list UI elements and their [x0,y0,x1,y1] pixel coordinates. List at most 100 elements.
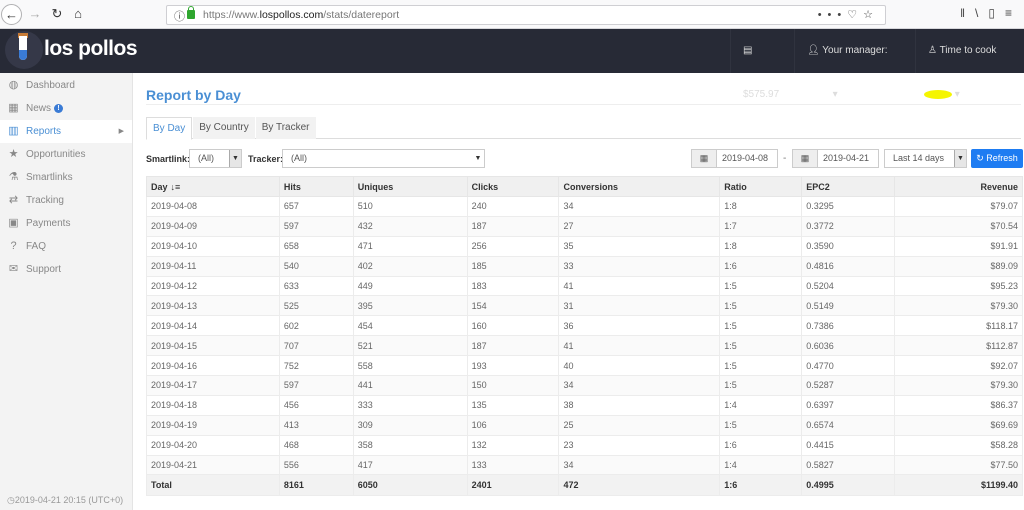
logo[interactable]: los pollos [44,37,138,61]
cell-uniques: 521 [352,335,468,357]
table-row: 2019-04-20 468 358 132 23 1:6 0.4415 $58.28 [146,434,1023,456]
calendar-icon[interactable]: ▦ [692,150,717,167]
caret-down-icon: ▼ [474,155,482,162]
caret-down-icon: ▼ [229,150,241,167]
cell-hits: 556 [278,454,354,476]
sidebar: ◍ Dashboard ▦ News! ▥ Reports ▶ ★ Opportuniti… [0,73,133,510]
pocket-icon[interactable]: ♡ [847,9,863,21]
date-from-input[interactable]: ▦ 2019-04-08 [691,149,778,168]
column-header-epc2[interactable]: EPC2 [801,176,896,197]
cell-uniques: 309 [352,414,468,436]
cell-epc2: 0.5287 [801,375,896,396]
cell-day: 2019-04-19 [146,414,280,436]
cell-day: 2019-04-13 [146,295,280,317]
date-to-input[interactable]: ▦ 2019-04-21 [792,149,879,168]
home-button[interactable]: ⌂ [68,4,88,24]
cell-hits: 525 [278,295,354,317]
info-icon[interactable]: ⓘ [174,8,185,24]
sidebar-item-faq[interactable]: ? FAQ [0,235,132,258]
tab-by-country[interactable]: By Country [193,117,255,139]
back-button[interactable]: ← [1,4,22,25]
column-header-uniques[interactable]: Uniques [352,176,468,197]
sidebar-toggle-icon[interactable]: ▯ [988,6,1005,20]
cell-ratio: 1:5 [719,275,803,297]
cell-conversions: 33 [558,255,721,277]
tracker-select[interactable]: (All) ▼ [282,149,485,168]
column-header-ratio[interactable]: Ratio [719,176,803,197]
cell-day: Total [146,474,280,497]
cell-ratio: 1:5 [719,355,803,377]
sidebar-item-opportunities[interactable]: ★ Opportunities [0,143,132,166]
sidebar-item-news[interactable]: ▦ News! [0,97,132,120]
cell-uniques: 558 [352,355,468,377]
sidebar-item-reports[interactable]: ▥ Reports ▶ [0,120,132,143]
cell-epc2: 0.3590 [801,235,896,257]
flask-icon: ⚗ [8,171,19,183]
column-header-hits[interactable]: Hits [278,176,354,197]
sidebar-item-support[interactable]: ✉ Support [0,258,132,281]
calendar-icon[interactable]: ▦ [793,150,818,167]
cell-uniques: 449 [352,275,468,297]
account-dropdown[interactable]: ♙ Time to cook ▾ [915,29,1024,100]
sidebar-item-smartlinks[interactable]: ⚗ Smartlinks [0,166,132,189]
tab-by-day[interactable]: By Day [146,117,193,140]
page-title: Report by Day [146,87,241,103]
cell-day: 2019-04-18 [146,394,280,416]
cell-ratio: 1:6 [719,474,803,497]
table-row: 2019-04-15 707 521 187 41 1:5 0.6036 $112.87 [146,335,1023,357]
user-icon: 👤︎ [807,45,823,56]
cell-clicks: 187 [466,215,560,237]
bookmark-star-icon[interactable]: ☆ [863,9,879,21]
cell-uniques: 358 [352,434,468,456]
smartlink-select[interactable]: (All) ▼ [189,149,242,168]
cell-epc2: 0.3772 [801,215,896,237]
cell-epc2: 0.4770 [801,355,896,377]
url-text[interactable]: https://www.lospollos.com/stats/daterepo… [203,9,399,21]
library-icon[interactable]: ‖\ [960,6,988,20]
cell-conversions: 40 [558,355,721,377]
page-actions-icon[interactable]: ••• [818,9,848,21]
table-row: 2019-04-10 658 471 256 35 1:8 0.3590 $91.91 [146,235,1023,257]
sidebar-item-dashboard[interactable]: ◍ Dashboard [0,74,132,97]
sidebar-item-payments[interactable]: ▣ Payments [0,212,132,235]
cell-day: 2019-04-17 [146,375,280,396]
cell-uniques: 454 [352,315,468,337]
star-icon: ★ [8,148,19,160]
forward-button[interactable]: → [25,4,45,24]
cell-conversions: 27 [558,215,721,237]
cell-epc2: 0.7386 [801,315,896,337]
cell-hits: 707 [278,335,354,357]
cell-revenue: $79.30 [894,295,1023,317]
column-header-conversions[interactable]: Conversions [558,176,721,197]
balance[interactable]: ▤ $575.97 [730,29,794,100]
cell-conversions: 34 [558,375,721,396]
reload-button[interactable]: ↻ [47,4,67,24]
menu-icon[interactable]: ≡ [1005,6,1022,20]
lock-icon [187,6,195,19]
table-row: 2019-04-13 525 395 154 31 1:5 0.5149 $79.30 [146,295,1023,317]
refresh-button[interactable]: ↻ Refresh [971,149,1023,168]
manager-dropdown[interactable]: 👤︎ Your manager: Julia ▾ [794,29,915,100]
cell-ratio: 1:5 [719,414,803,436]
cell-uniques: 471 [352,235,468,257]
table-row: 2019-04-09 597 432 187 27 1:7 0.3772 $70.54 [146,215,1023,237]
cell-day: 2019-04-15 [146,335,280,357]
sidebar-item-tracking[interactable]: ⇄ Tracking [0,189,132,212]
cell-revenue: $58.28 [894,434,1023,456]
column-header-clicks[interactable]: Clicks [466,176,560,197]
tab-by-tracker[interactable]: By Tracker [255,117,316,139]
sort-icon[interactable]: ↓≡ [171,182,181,192]
cell-revenue: $69.69 [894,414,1023,436]
cell-day: 2019-04-14 [146,315,280,337]
url-bar[interactable]: ⓘ https://www.lospollos.com/stats/datere… [166,5,886,25]
column-header-day[interactable]: Day ↓≡ [146,176,280,197]
date-range-select[interactable]: Last 14 days ▼ [884,149,967,168]
cell-uniques: 432 [352,215,468,237]
cell-epc2: 0.3295 [801,196,896,217]
column-header-revenue[interactable]: Revenue [894,176,1023,197]
cell-hits: 540 [278,255,354,277]
cell-epc2: 0.6397 [801,394,896,416]
cell-uniques: 417 [352,454,468,476]
cell-clicks: 150 [466,375,560,396]
calendar-icon: ▦ [8,102,19,114]
